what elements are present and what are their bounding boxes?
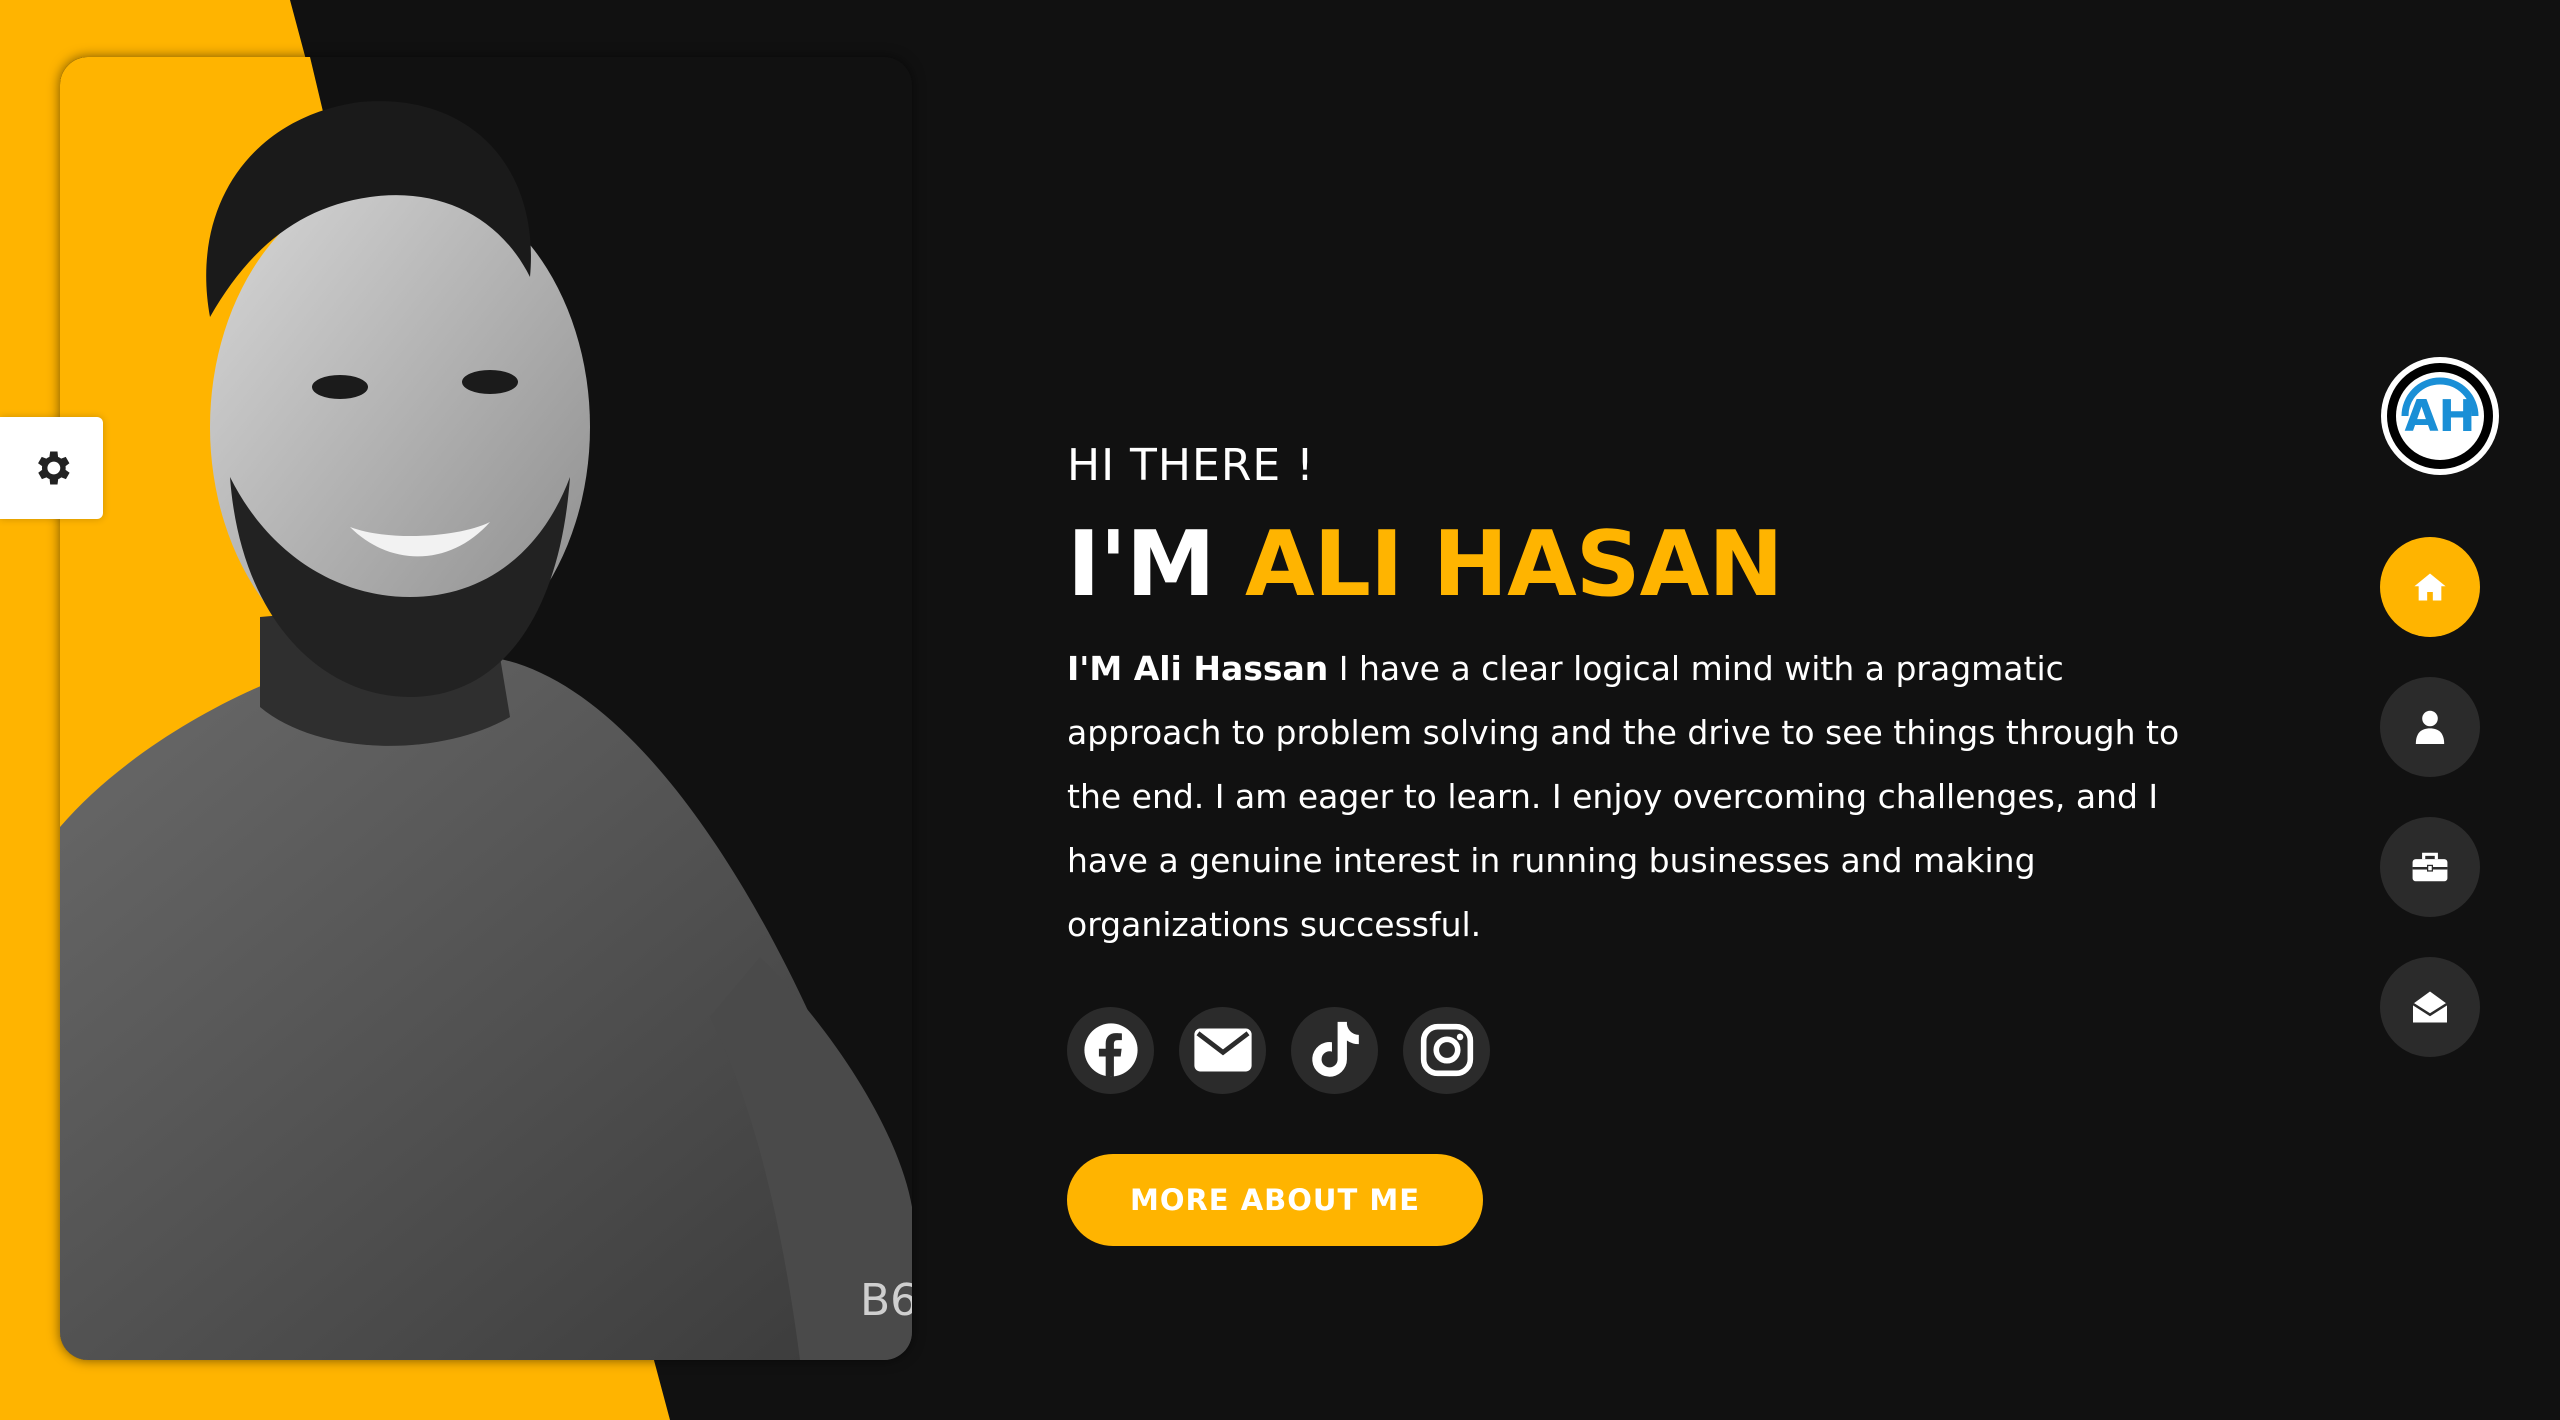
tiktok-icon bbox=[1311, 1021, 1359, 1077]
briefcase-icon bbox=[2412, 852, 2448, 882]
envelope-icon bbox=[1193, 1028, 1252, 1072]
photo-watermark: B6 bbox=[860, 1275, 912, 1326]
facebook-icon bbox=[1083, 1023, 1138, 1077]
nav-contact[interactable] bbox=[2380, 957, 2480, 1057]
brand-logo[interactable]: AH bbox=[2381, 357, 2499, 475]
bio-text: I have a clear logical mind with a pragm… bbox=[1067, 648, 2180, 944]
facebook-link[interactable] bbox=[1067, 1006, 1154, 1094]
hero-content: HI THERE ! I'M ALI HASAN I'M Ali Hassan … bbox=[1067, 440, 2207, 1246]
instagram-icon bbox=[1420, 1023, 1473, 1077]
envelope-open-icon bbox=[2412, 991, 2448, 1023]
bio-paragraph: I'M Ali Hassan I have a clear logical mi… bbox=[1067, 637, 2207, 957]
side-navigation bbox=[2380, 537, 2480, 1057]
profile-photo: B6 bbox=[60, 57, 912, 1360]
headline-prefix: I'M bbox=[1067, 512, 1216, 617]
bio-bold-name: I'M Ali Hassan bbox=[1067, 648, 1329, 688]
nav-portfolio[interactable] bbox=[2380, 817, 2480, 917]
settings-button[interactable] bbox=[0, 417, 103, 519]
logo-text: AH bbox=[2405, 391, 2476, 442]
nav-home[interactable] bbox=[2380, 537, 2480, 637]
portrait-illustration: B6 bbox=[60, 57, 912, 1360]
instagram-link[interactable] bbox=[1403, 1006, 1490, 1094]
home-icon bbox=[2414, 573, 2446, 601]
gear-icon bbox=[37, 451, 70, 485]
social-links bbox=[1067, 1006, 2207, 1094]
headline-name: ALI HASAN bbox=[1244, 512, 1784, 617]
email-link[interactable] bbox=[1179, 1006, 1266, 1094]
nav-about[interactable] bbox=[2380, 677, 2480, 777]
user-icon bbox=[2415, 710, 2445, 744]
headline: I'M ALI HASAN bbox=[1067, 513, 2207, 617]
tiktok-link[interactable] bbox=[1291, 1006, 1378, 1094]
ah-logo-icon: AH bbox=[2387, 363, 2493, 469]
more-about-me-button[interactable]: MORE ABOUT ME bbox=[1067, 1153, 1483, 1246]
greeting-text: HI THERE ! bbox=[1067, 440, 1315, 491]
